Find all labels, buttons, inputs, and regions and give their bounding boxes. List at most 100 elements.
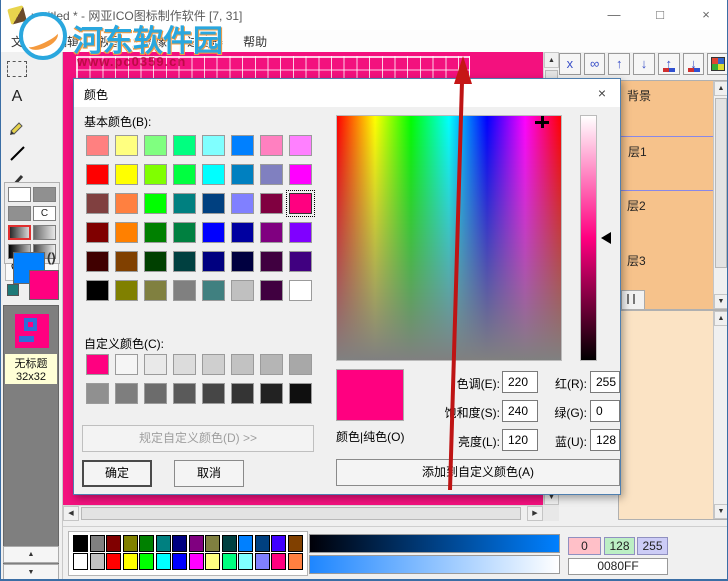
- fill-style-solid[interactable]: [33, 187, 56, 202]
- color-swatch[interactable]: [238, 553, 253, 570]
- color-swatch[interactable]: [115, 164, 138, 185]
- color-swatch[interactable]: [231, 135, 254, 156]
- color-swatch[interactable]: [173, 193, 196, 214]
- color-swatch[interactable]: [202, 164, 225, 185]
- menu-image[interactable]: 图像: [133, 33, 177, 50]
- gradient-bar-dark[interactable]: [309, 534, 560, 553]
- close-button[interactable]: ×: [683, 0, 727, 30]
- preview-scroll-down-icon[interactable]: ▼: [714, 504, 727, 519]
- swap-colors-icon[interactable]: (): [47, 250, 56, 265]
- color-swatch[interactable]: [144, 383, 167, 404]
- color-swatch[interactable]: [115, 280, 138, 301]
- color-swatch[interactable]: [260, 354, 283, 375]
- menu-filter[interactable]: 过滤器: [177, 33, 233, 50]
- add-to-custom-button[interactable]: 添加到自定义颜色(A): [336, 459, 620, 486]
- color-swatch[interactable]: [221, 553, 237, 570]
- partial-tab[interactable]: [621, 290, 645, 309]
- menu-help[interactable]: 帮助: [233, 33, 277, 50]
- hscroll-thumb[interactable]: [81, 507, 521, 520]
- line-tool[interactable]: [4, 140, 30, 166]
- color-swatch[interactable]: [172, 535, 187, 552]
- color-swatch[interactable]: [173, 164, 196, 185]
- color-crosshair-icon[interactable]: [535, 116, 549, 128]
- color-swatch[interactable]: [254, 553, 270, 570]
- color-swatch[interactable]: [86, 135, 109, 156]
- color-swatch[interactable]: [173, 135, 196, 156]
- preview-scroll-up-icon[interactable]: ▲: [714, 311, 727, 326]
- text-tool[interactable]: A: [4, 84, 30, 110]
- color-swatch[interactable]: [115, 251, 138, 272]
- color-swatch[interactable]: [231, 164, 254, 185]
- color-swatch[interactable]: [231, 251, 254, 272]
- color-swatch[interactable]: [260, 222, 283, 243]
- color-swatch[interactable]: [260, 383, 283, 404]
- color-swatch[interactable]: [260, 193, 283, 214]
- color-swatch[interactable]: [106, 535, 121, 552]
- color-swatch[interactable]: [260, 280, 283, 301]
- color-swatch[interactable]: [202, 354, 225, 375]
- fill-style-outline[interactable]: [8, 187, 31, 202]
- color-swatch[interactable]: [260, 135, 283, 156]
- color-swatch[interactable]: [202, 251, 225, 272]
- color-swatch[interactable]: [231, 383, 254, 404]
- red-value[interactable]: 0: [568, 537, 601, 555]
- hue-saturation-field[interactable]: [336, 115, 562, 361]
- color-swatch[interactable]: [144, 251, 167, 272]
- delete-layer-button[interactable]: x: [559, 53, 581, 75]
- color-swatch[interactable]: [115, 135, 138, 156]
- fill-style-custom[interactable]: C: [33, 206, 56, 221]
- layer-item-1[interactable]: 层1: [619, 136, 727, 191]
- pencil-tool[interactable]: [4, 112, 30, 138]
- move-up-button[interactable]: ↑: [608, 53, 631, 75]
- color-swatch[interactable]: [144, 280, 167, 301]
- color-swatch[interactable]: [205, 535, 220, 552]
- color-swatch[interactable]: [86, 280, 109, 301]
- color-swatch[interactable]: [115, 193, 138, 214]
- color-swatch[interactable]: [289, 222, 312, 243]
- fill-style-gradient-selected[interactable]: [8, 225, 31, 240]
- color-swatch[interactable]: [289, 354, 312, 375]
- color-swatch[interactable]: [144, 222, 167, 243]
- color-swatch[interactable]: [139, 553, 154, 570]
- color-swatch[interactable]: [173, 383, 196, 404]
- icon-list-down-button[interactable]: ▼: [3, 564, 59, 579]
- hscroll-left-icon[interactable]: ◀: [63, 506, 79, 521]
- color-swatch[interactable]: [202, 383, 225, 404]
- layer-up-button[interactable]: ↑: [657, 53, 680, 75]
- color-swatch[interactable]: [173, 251, 196, 272]
- color-swatch[interactable]: [115, 383, 138, 404]
- color-swatch[interactable]: [144, 193, 167, 214]
- color-swatch[interactable]: [260, 164, 283, 185]
- vscroll-up-icon[interactable]: ▲: [544, 52, 559, 68]
- cancel-button[interactable]: 取消: [174, 460, 244, 487]
- color-swatch[interactable]: [115, 354, 138, 375]
- menu-file[interactable]: 文件: [1, 33, 45, 50]
- color-swatch[interactable]: [289, 383, 312, 404]
- layers-scrollbar[interactable]: ▲ ▼: [713, 81, 727, 309]
- gradient-bar-light[interactable]: [309, 555, 560, 574]
- luminance-marker-icon[interactable]: [601, 232, 611, 244]
- green-value[interactable]: 128: [604, 537, 635, 555]
- color-swatch[interactable]: [286, 190, 315, 217]
- color-swatch[interactable]: [144, 135, 167, 156]
- color-swatch[interactable]: [205, 553, 220, 570]
- select-tool[interactable]: [4, 56, 30, 82]
- hex-value[interactable]: 0080FF: [568, 558, 668, 575]
- color-swatch[interactable]: [89, 535, 105, 552]
- color-swatch[interactable]: [115, 222, 138, 243]
- color-swatch[interactable]: [122, 553, 138, 570]
- color-swatch[interactable]: [188, 553, 204, 570]
- icon-thumbnail[interactable]: [15, 314, 49, 348]
- color-swatch[interactable]: [86, 354, 109, 375]
- lum-field[interactable]: 120: [502, 429, 538, 451]
- color-swatch[interactable]: [202, 193, 225, 214]
- color-swatch[interactable]: [155, 535, 171, 552]
- red-field[interactable]: 255: [590, 371, 620, 393]
- layer-item-background[interactable]: 背景: [619, 81, 727, 136]
- color-swatch[interactable]: [86, 164, 109, 185]
- color-swatch[interactable]: [172, 553, 187, 570]
- color-swatch[interactable]: [231, 222, 254, 243]
- color-swatch[interactable]: [254, 535, 270, 552]
- menu-edit[interactable]: 编辑: [45, 33, 89, 50]
- color-swatch[interactable]: [289, 280, 312, 301]
